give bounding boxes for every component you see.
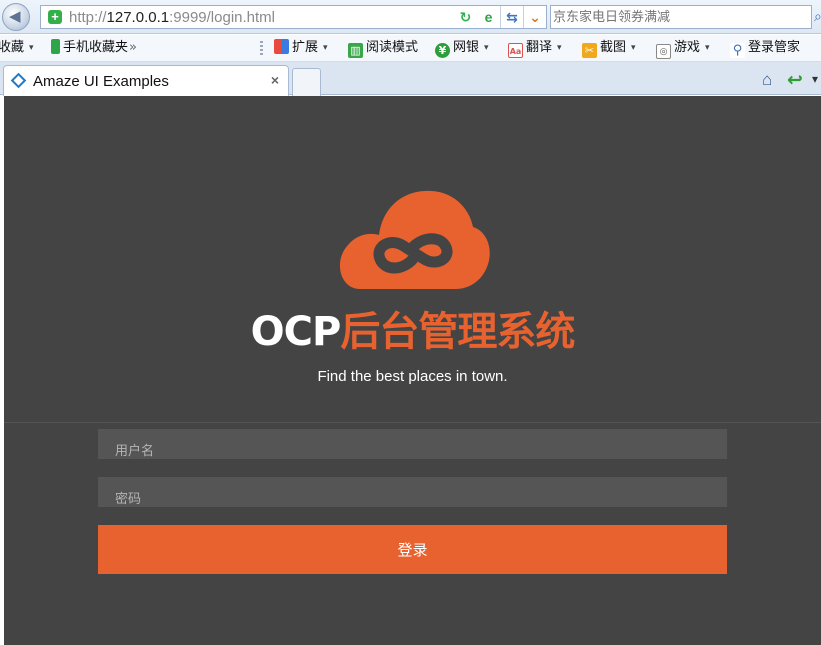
- bookmark-login-manager[interactable]: ⚲ 登录管家: [730, 39, 801, 58]
- address-toolbar: ◀ + http://127.0.0.1:9999/login.html ↻ e…: [0, 0, 821, 34]
- bookmark-mobile[interactable]: 手机收藏夹»: [51, 39, 137, 57]
- search-icon[interactable]: ⌕: [814, 8, 821, 25]
- secure-icon: +: [48, 10, 62, 24]
- caret-icon: ▾: [705, 43, 710, 53]
- app-title-cjk: 后台管理系统: [340, 309, 575, 355]
- app-title: OCP后台管理系统: [4, 308, 821, 356]
- bookmark-favorites[interactable]: 收藏 ▾: [0, 39, 34, 57]
- login-button[interactable]: 登录: [98, 525, 727, 574]
- caret-icon: ▾: [557, 43, 562, 53]
- bookmark-label: 网银: [453, 40, 480, 55]
- home-icon[interactable]: ⌂: [762, 70, 772, 90]
- username-input[interactable]: [98, 429, 727, 459]
- bookmark-label: 登录管家: [748, 40, 801, 55]
- close-tab-icon[interactable]: ×: [271, 72, 279, 88]
- cloud-logo-icon: [339, 190, 490, 289]
- scissors-icon: ✂: [582, 43, 597, 58]
- bookmark-label: 手机收藏夹: [63, 40, 129, 55]
- bookmark-label: 阅读模式: [366, 40, 419, 55]
- page-viewport: OCP后台管理系统 Find the best places in town. …: [4, 96, 821, 645]
- refresh-icon[interactable]: ↻: [454, 6, 477, 28]
- url-rest: :9999/login.html: [169, 9, 275, 26]
- gamepad-icon: ◎: [656, 44, 671, 59]
- bookmark-label: 收藏: [0, 40, 25, 55]
- login-header: OCP后台管理系统 Find the best places in town.: [4, 96, 821, 423]
- bookmark-label: 截图: [600, 40, 627, 55]
- switch-icon[interactable]: ⇆: [500, 6, 523, 28]
- bookmark-translate[interactable]: Aa 翻译 ▾: [508, 39, 562, 58]
- toolbar-grip[interactable]: [260, 41, 263, 55]
- bookmark-reader[interactable]: ▥ 阅读模式: [348, 39, 419, 58]
- key-icon: ⚲: [730, 43, 745, 58]
- bookmark-label: 翻译: [526, 40, 553, 55]
- caret-icon: ▾: [631, 43, 636, 53]
- app-subtitle: Find the best places in town.: [317, 368, 508, 385]
- translate-icon: Aa: [508, 43, 523, 58]
- search-box[interactable]: [550, 5, 812, 29]
- bookmark-label: 游戏: [674, 40, 701, 55]
- book-icon: ▥: [348, 43, 363, 58]
- back-button[interactable]: ◀: [2, 3, 30, 31]
- extensions-icon: [274, 39, 289, 54]
- password-input[interactable]: [98, 477, 727, 507]
- back-icon: ◀: [9, 8, 21, 25]
- bank-icon: ¥: [435, 43, 450, 58]
- caret-icon: ▾: [29, 43, 34, 53]
- more-chevron-icon: »: [129, 40, 137, 55]
- bookmark-screenshot[interactable]: ✂ 截图 ▾: [582, 39, 636, 58]
- tab-strip: Amaze UI Examples ×: [0, 62, 821, 96]
- bookmarks-bar: 收藏 ▾ 手机收藏夹» 扩展 ▾ ▥ 阅读模式 ¥ 网银 ▾ Aa 翻译 ▾ ✂ 截图 ▾ ◎ 游戏…: [0, 35, 821, 62]
- tab-title: Amaze UI Examples: [33, 73, 169, 90]
- url-text[interactable]: http://127.0.0.1:9999/login.html: [69, 9, 275, 26]
- app-title-latin: OCP: [250, 309, 342, 355]
- bookmark-extensions[interactable]: 扩展 ▾: [274, 39, 328, 57]
- ie-mode-icon[interactable]: e: [477, 6, 500, 28]
- reply-icon[interactable]: ↩: [787, 69, 803, 92]
- bookmark-games[interactable]: ◎ 游戏 ▾: [656, 39, 710, 59]
- search-input[interactable]: [553, 8, 808, 26]
- caret-icon: ▾: [484, 43, 489, 53]
- new-tab-button[interactable]: [292, 68, 321, 96]
- caret-icon: ▾: [323, 43, 328, 53]
- bookmark-banking[interactable]: ¥ 网银 ▾: [435, 39, 489, 58]
- url-host: 127.0.0.1: [106, 9, 170, 26]
- phone-icon: [51, 39, 60, 54]
- address-bar[interactable]: + http://127.0.0.1:9999/login.html ↻ e ⇆…: [40, 5, 547, 29]
- more-icon[interactable]: ▾: [812, 72, 818, 86]
- tab-amaze-ui[interactable]: Amaze UI Examples ×: [3, 65, 289, 96]
- site-favicon-icon: [10, 72, 27, 89]
- bookmark-label: 扩展: [292, 40, 319, 55]
- url-scheme: http://: [69, 9, 107, 26]
- dropdown-icon[interactable]: ⌄: [523, 6, 546, 28]
